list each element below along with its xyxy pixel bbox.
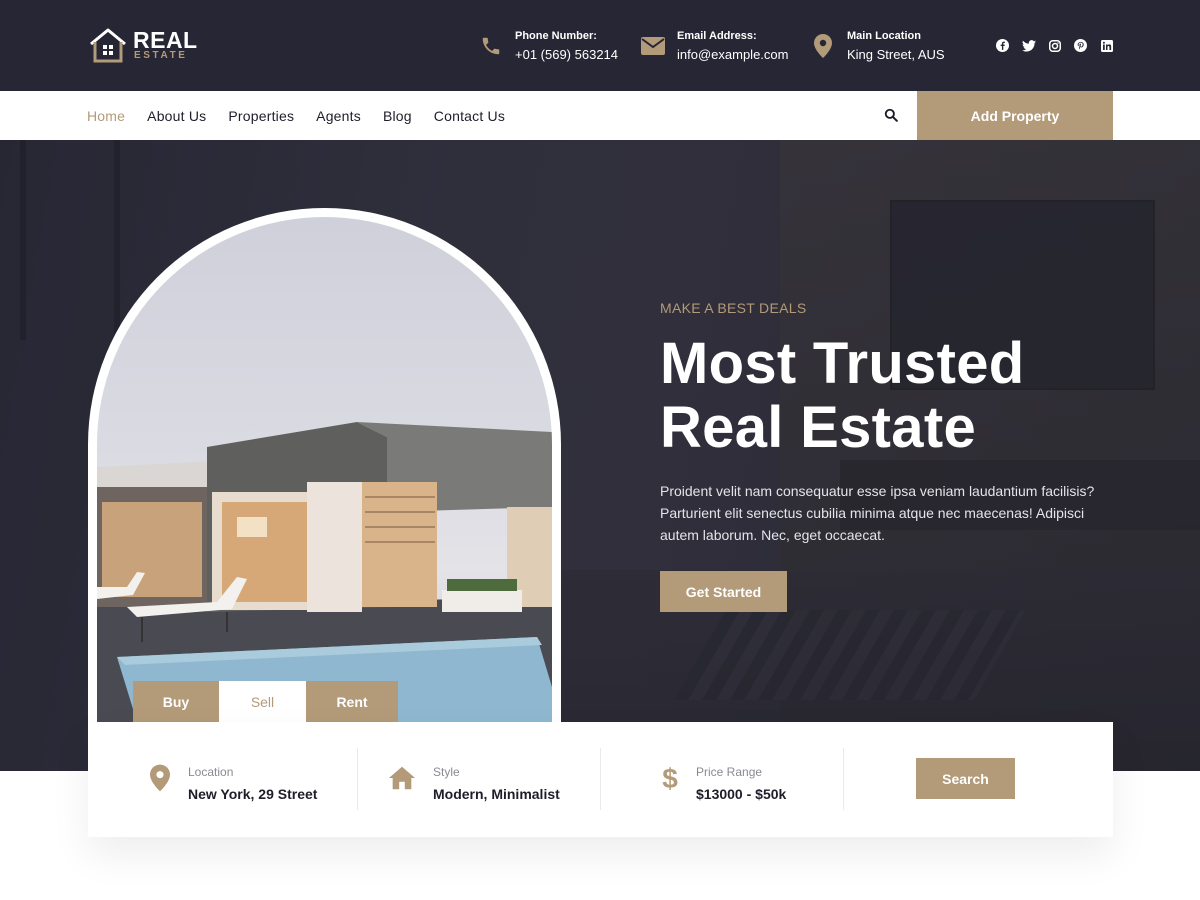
style-field-value: Modern, Minimalist [433,786,560,802]
get-started-button[interactable]: Get Started [660,571,787,612]
location-field-value: New York, 29 Street [188,786,318,802]
house-logo-icon [90,28,126,63]
price-range-field[interactable]: $ Price Range $13000 - $50k [656,750,856,810]
svg-text:$: $ [662,763,678,793]
contact-phone: Phone Number: +01 (569) 563214 [478,28,628,68]
email-value[interactable]: info@example.com [677,47,788,62]
tab-rent[interactable]: Rent [306,681,398,722]
hero-eyebrow: MAKE A BEST DEALS [660,300,807,316]
hero-title: Most Trusted Real Estate [660,332,1130,460]
price-field-label: Price Range [696,765,763,779]
hero-title-line2: Real Estate [660,395,977,460]
modern-house-illustration [97,422,552,722]
hero-house-image [97,217,552,722]
brand-subtitle: ESTATE [134,50,188,61]
phone-icon [478,33,504,59]
map-pin-icon [810,33,836,59]
map-pin-icon [146,764,174,792]
contact-email: Email Address: info@example.com [640,28,800,68]
search-button[interactable]: Search [916,758,1015,799]
location-label: Main Location [847,30,921,42]
facebook-icon[interactable] [995,38,1010,53]
email-label: Email Address: [677,30,757,42]
hero-text: MAKE A BEST DEALS Most Trusted Real Esta… [660,300,1130,546]
style-field[interactable]: Style Modern, Minimalist [388,750,608,810]
brand-logo[interactable]: REAL ESTATE [88,26,208,64]
phone-value[interactable]: +01 (569) 563214 [515,47,618,62]
hero-title-line1: Most Trusted [660,331,1025,396]
hero-description: Proident velit nam consequatur esse ipsa… [660,483,1095,543]
envelope-icon [640,33,666,59]
instagram-icon[interactable] [1047,38,1062,53]
nav-item-home[interactable]: Home [87,108,125,124]
top-bar: REAL ESTATE Phone Number: +01 (569) 5632… [0,0,1200,91]
linkedin-icon[interactable] [1099,38,1114,53]
nav-item-blog[interactable]: Blog [383,108,412,124]
nav-item-properties[interactable]: Properties [228,108,294,124]
location-value: King Street, AUS [847,47,945,62]
twitter-icon[interactable] [1021,38,1036,53]
nav-item-contact-us[interactable]: Contact Us [434,108,505,124]
dollar-icon: $ [656,763,684,793]
nav-item-about-us[interactable]: About Us [147,108,206,124]
pinterest-icon[interactable] [1073,38,1088,53]
add-property-button[interactable]: Add Property [917,91,1113,140]
tab-buy[interactable]: Buy [133,681,219,722]
social-links [995,38,1114,53]
price-field-value: $13000 - $50k [696,786,787,802]
brand-name: REAL [133,27,198,53]
nav-links: Home About Us Properties Agents Blog Con… [87,91,527,140]
home-icon [388,764,416,792]
tab-sell[interactable]: Sell [219,681,306,722]
search-icon[interactable] [884,108,900,124]
contact-location: Main Location King Street, AUS [810,28,960,68]
divider [843,748,844,810]
divider [600,748,601,810]
nav-item-agents[interactable]: Agents [316,108,361,124]
location-field[interactable]: Location New York, 29 Street [146,750,346,810]
location-field-label: Location [188,765,234,779]
phone-label: Phone Number: [515,30,597,42]
deal-type-tabs: Buy Sell Rent [133,681,398,722]
divider [357,748,358,810]
property-search-card: Location New York, 29 Street Style Moder… [88,722,1113,837]
style-field-label: Style [433,765,460,779]
